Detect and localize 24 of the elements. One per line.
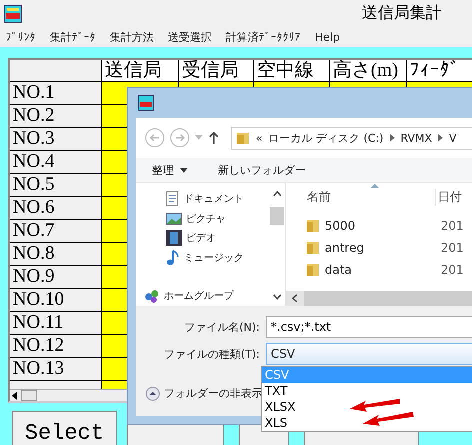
row-header: NO.5 <box>10 174 102 197</box>
row-header: NO.12 <box>10 335 102 358</box>
row-header: NO.10 <box>10 289 102 312</box>
column-header: 高さ(m) <box>330 60 407 82</box>
row-header: NO.3 <box>10 128 102 151</box>
row-header: NO.11 <box>10 312 102 335</box>
row-header: NO.7 <box>10 220 102 243</box>
row-header: NO.4 <box>10 151 102 174</box>
file-date: 201 <box>441 219 464 233</box>
row-header: NO.2 <box>10 105 102 128</box>
row-header: NO.8 <box>10 243 102 266</box>
window-title: 送信局集計 <box>362 3 442 24</box>
row-header: NO.6 <box>10 197 102 220</box>
field-label: ファイルの種類(T): <box>162 346 261 362</box>
row-header: NO.13 <box>10 358 102 381</box>
column-header: 受信局 <box>179 60 254 82</box>
file-date: 201 <box>441 263 464 277</box>
row-header: NO.9 <box>10 266 102 289</box>
row-header: NO.1 <box>10 82 102 105</box>
column-header: ﾌｨｰﾀﾞ <box>407 60 472 82</box>
field-label: ファイル名(N): <box>183 320 261 334</box>
column-header: 空中線 <box>254 60 330 82</box>
column-header: 送信局 <box>102 60 179 82</box>
file-date: 201 <box>441 241 464 255</box>
